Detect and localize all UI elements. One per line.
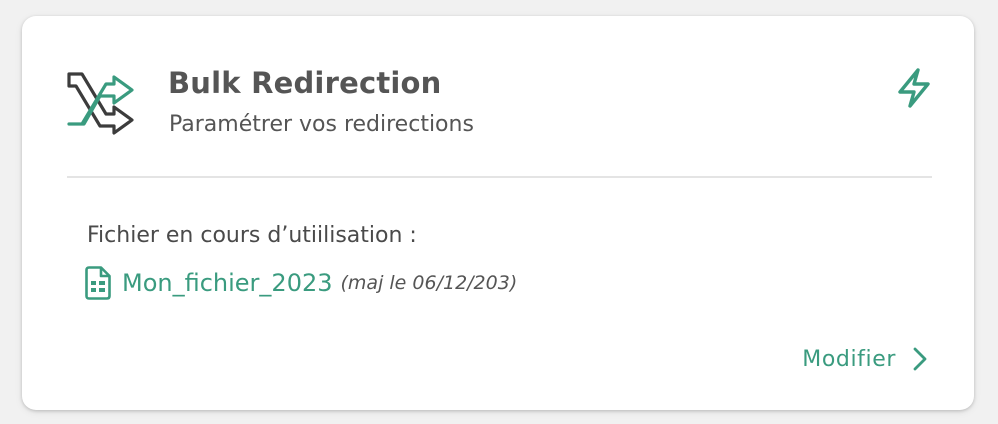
- bulk-redirection-card: Bulk Redirection Paramétrer vos redirect…: [22, 16, 974, 410]
- card-subtitle: Paramétrer vos redirections: [169, 112, 474, 137]
- file-updated-date: (maj le 06/12/203): [340, 272, 518, 294]
- chevron-right-icon: [913, 347, 927, 371]
- card-title: Bulk Redirection: [168, 66, 442, 100]
- lightning-bolt-icon[interactable]: [892, 66, 936, 110]
- current-file-label: Fichier en cours d’utiilisation :: [87, 223, 417, 248]
- spreadsheet-file-icon: [85, 266, 111, 300]
- current-file: Mon_fichier_2023 (maj le 06/12/203): [84, 266, 517, 300]
- shuffle-arrows-icon: [67, 72, 134, 135]
- divider: [67, 176, 932, 178]
- file-name-link[interactable]: Mon_fichier_2023: [122, 269, 333, 297]
- modify-label: Modifier: [802, 346, 896, 372]
- modify-button[interactable]: Modifier: [802, 346, 930, 372]
